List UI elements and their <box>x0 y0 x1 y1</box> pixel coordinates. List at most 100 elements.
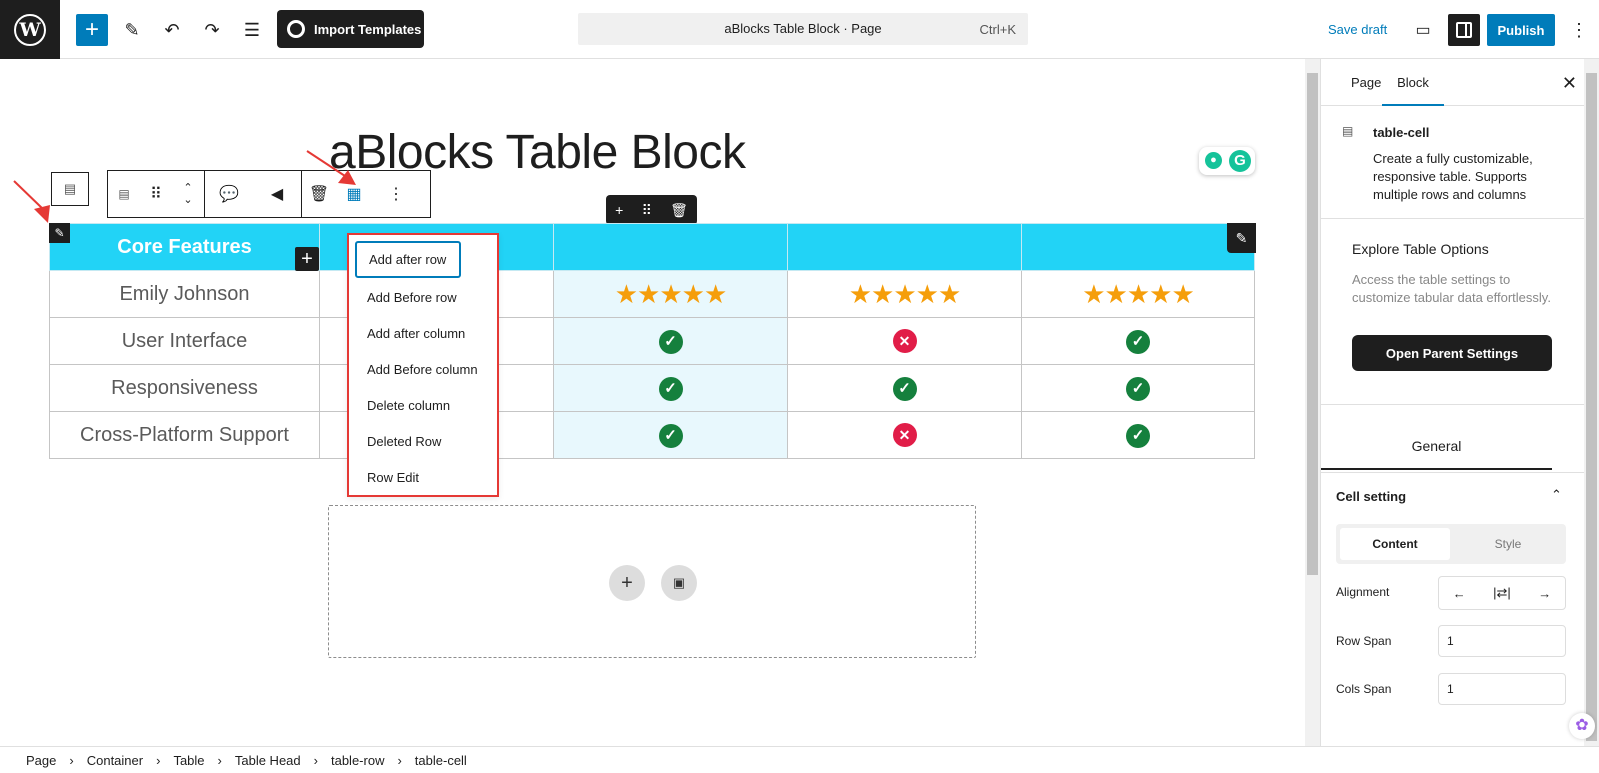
table-cell[interactable]: ✓ <box>1021 317 1255 365</box>
add-cell-button[interactable]: + <box>295 247 319 271</box>
add-block-icon[interactable]: + <box>609 565 645 601</box>
scrollbar-thumb[interactable] <box>1586 73 1597 741</box>
save-draft-button[interactable]: Save draft <box>1328 22 1387 37</box>
menu-item-add-after-column[interactable]: Add after column <box>367 326 465 341</box>
table-head-cell[interactable] <box>1021 223 1255 271</box>
table-context-menu: Add after row Add Before row Add after c… <box>347 233 499 497</box>
wordpress-logo[interactable]: W <box>0 0 60 59</box>
row-label-cell[interactable]: Emily Johnson <box>49 270 320 318</box>
command-palette-bar[interactable]: aBlocks Table Block · Page Ctrl+K <box>578 13 1028 45</box>
align-right-icon[interactable]: → <box>1538 586 1551 601</box>
table-cell[interactable]: ✕ <box>787 317 1022 365</box>
ablocks-logo-icon <box>287 20 305 38</box>
add-icon[interactable]: + <box>615 202 623 218</box>
chevron-right-icon: › <box>397 752 402 768</box>
check-icon: ✓ <box>892 376 917 401</box>
tab-page[interactable]: Page <box>1351 75 1381 90</box>
table-cell[interactable]: ✓ <box>553 317 788 365</box>
import-templates-button[interactable]: Import Templates <box>277 10 424 48</box>
table-cell[interactable]: ✕ <box>787 411 1022 459</box>
tab-general[interactable]: General <box>1321 425 1552 470</box>
pattern-icon[interactable]: ▣ <box>661 565 697 601</box>
check-icon: ✓ <box>658 329 683 354</box>
chevron-right-icon: › <box>156 752 161 768</box>
editor-top-bar: W + ✎ ↶ ↷ ☰ Import Templates aBlocks Tab… <box>0 0 1599 59</box>
close-icon[interactable]: ✕ <box>1562 73 1577 94</box>
breadcrumb-item[interactable]: table-row <box>331 753 384 768</box>
wordpress-icon: W <box>14 13 46 46</box>
tab-block[interactable]: Block <box>1382 75 1444 106</box>
table-cell[interactable]: ★★★★★ <box>553 270 788 318</box>
row-span-input[interactable]: 1 <box>1438 625 1566 657</box>
add-block-button[interactable]: + <box>76 14 108 46</box>
row-label-cell[interactable]: Cross-Platform Support <box>49 411 320 459</box>
table-cell[interactable]: ✓ <box>553 411 788 459</box>
breadcrumb-item[interactable]: Table <box>173 753 204 768</box>
table-cell[interactable]: ✓ <box>553 364 788 412</box>
table-cell[interactable]: ✓ <box>1021 364 1255 412</box>
align-center-icon[interactable]: |⇄| <box>1493 585 1511 601</box>
chevron-up-icon[interactable]: ⌃ <box>1551 487 1562 503</box>
cols-span-input[interactable]: 1 <box>1438 673 1566 705</box>
content-tab[interactable]: Content <box>1340 528 1450 560</box>
drag-handle-icon[interactable]: ⠿ <box>642 202 652 219</box>
scrollbar-thumb[interactable] <box>1307 73 1318 575</box>
table-edit-pencil-icon[interactable]: ✎ <box>1227 223 1256 253</box>
cross-icon: ✕ <box>892 423 917 447</box>
table-cell[interactable]: ✓ <box>787 364 1022 412</box>
table-head-cell[interactable] <box>787 223 1022 271</box>
divider <box>1321 404 1584 405</box>
grammarly-widget[interactable]: ● G <box>1199 147 1255 175</box>
menu-item-row-edit[interactable]: Row Edit <box>367 470 419 485</box>
sidebar-tabs: Page Block ✕ <box>1321 59 1584 106</box>
options-menu-icon[interactable]: ⋮ <box>1563 14 1595 46</box>
chevron-right-icon: › <box>69 752 74 768</box>
table-head-cell[interactable]: Core Features <box>49 223 320 271</box>
check-icon: ✓ <box>658 423 683 448</box>
preview-device-icon[interactable]: ▭ <box>1407 14 1439 46</box>
row-label-cell[interactable]: Responsiveness <box>49 364 320 412</box>
sidebar-scrollbar[interactable] <box>1584 59 1599 746</box>
red-arrow-toolbar <box>306 150 356 185</box>
document-overview-icon[interactable]: ☰ <box>236 14 268 46</box>
star-rating: ★★★★★ <box>614 278 728 309</box>
explore-title: Explore Table Options <box>1352 241 1489 257</box>
table-row: Responsiveness ✓ ✓ ✓ <box>49 364 1255 412</box>
ai-assistant-icon[interactable]: ✿ <box>1569 713 1595 739</box>
alignment-label: Alignment <box>1336 585 1390 599</box>
breadcrumb-item[interactable]: Container <box>87 753 143 768</box>
open-parent-settings-button[interactable]: Open Parent Settings <box>1352 335 1552 371</box>
star-rating: ★★★★★ <box>1082 278 1195 309</box>
redo-icon[interactable]: ↷ <box>196 14 228 46</box>
style-tab[interactable]: Style <box>1454 528 1562 560</box>
cell-setting-panel-title[interactable]: Cell setting <box>1336 489 1406 504</box>
menu-item-add-before-column[interactable]: Add Before column <box>367 362 478 377</box>
table-head-cell[interactable] <box>553 223 788 271</box>
breadcrumb-item[interactable]: Page <box>26 753 56 768</box>
canvas-scrollbar[interactable] <box>1305 59 1320 746</box>
cell-mini-toolbar: + ⠿ 🗑 <box>606 195 697 225</box>
table-cell[interactable]: ★★★★★ <box>787 270 1022 318</box>
settings-sidebar-toggle[interactable] <box>1448 14 1480 46</box>
red-arrow-left <box>13 180 50 223</box>
menu-item-add-after-row[interactable]: Add after row <box>355 241 461 278</box>
settings-sidebar: Page Block ✕ ▤ table-cell Create a fully… <box>1320 59 1584 746</box>
row-label-cell[interactable]: User Interface <box>49 317 320 365</box>
menu-item-delete-column[interactable]: Delete column <box>367 398 450 413</box>
menu-item-delete-row[interactable]: Deleted Row <box>367 434 441 449</box>
undo-icon[interactable]: ↶ <box>156 14 188 46</box>
trash-icon[interactable]: 🗑 <box>670 202 688 219</box>
menu-item-add-before-row[interactable]: Add Before row <box>367 290 457 305</box>
table-cell[interactable]: ★★★★★ <box>1021 270 1255 318</box>
publish-button[interactable]: Publish <box>1487 14 1555 46</box>
pencil-tools-icon[interactable]: ✎ <box>116 14 148 46</box>
table-row: User Interface ✓ ✕ ✓ <box>49 317 1255 365</box>
breadcrumb-item[interactable]: Table Head <box>235 753 301 768</box>
grammarly-icon: G <box>1229 150 1251 172</box>
check-icon: ✓ <box>658 376 683 401</box>
breadcrumb-item[interactable]: table-cell <box>415 753 467 768</box>
lightbulb-icon: ● <box>1205 152 1222 169</box>
align-left-icon[interactable]: ← <box>1453 586 1466 601</box>
table-cell[interactable]: ✓ <box>1021 411 1255 459</box>
row-span-label: Row Span <box>1336 634 1392 648</box>
